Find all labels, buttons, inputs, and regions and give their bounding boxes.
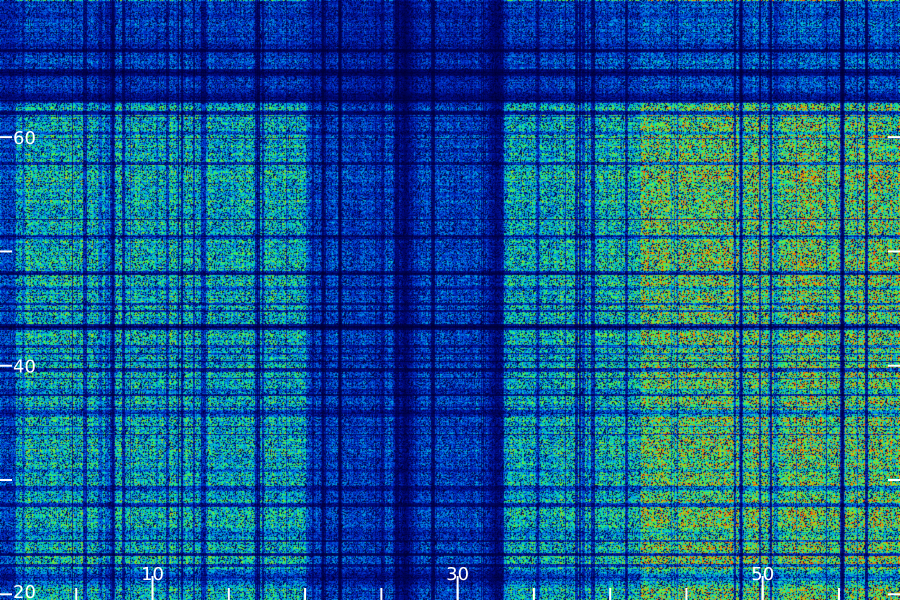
axis-overlay: 10 30 50 20 40 60 [0,128,900,600]
x-axis-ticks: 10 30 50 [75,564,840,600]
spectrogram-chart: 10 30 50 20 40 60 [0,0,900,600]
y-tick-label: 60 [13,128,36,149]
x-tick-label: 30 [446,564,469,585]
x-tick-label: 10 [141,564,164,585]
y-axis-ticks: 20 40 60 [0,128,900,600]
y-tick-label: 20 [13,582,36,600]
x-tick-label: 50 [751,564,774,585]
y-tick-label: 40 [13,357,36,378]
